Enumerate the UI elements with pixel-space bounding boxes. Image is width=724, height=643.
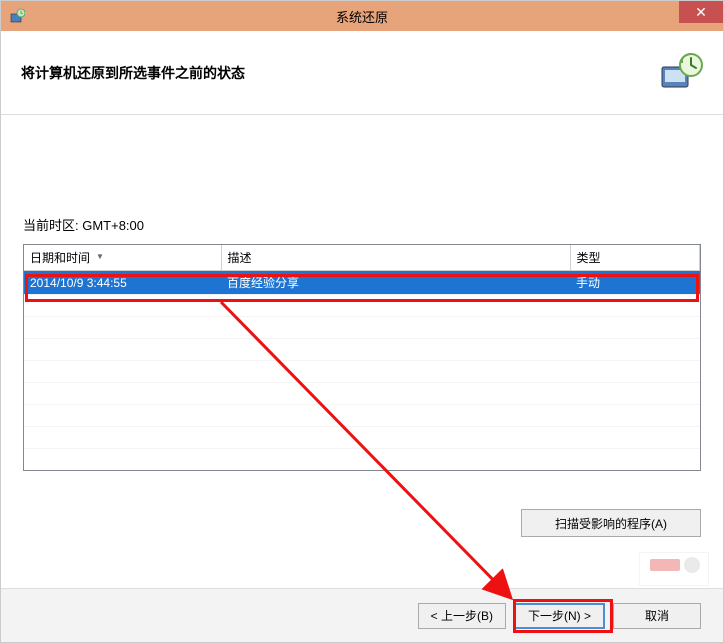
table-row-empty <box>24 383 700 405</box>
cell-datetime: 2014/10/9 3:44:55 <box>24 271 221 295</box>
table-row-empty <box>24 449 700 471</box>
col-type[interactable]: 类型 <box>570 245 700 271</box>
sort-desc-icon: ▼ <box>96 252 104 261</box>
col-desc[interactable]: 描述 <box>221 245 570 271</box>
restore-points-table[interactable]: 日期和时间 ▼ 描述 类型 2014/10/9 3:44:55 百度经验分享 手… <box>23 244 701 471</box>
footer: < 上一步(B) 下一步(N) > 取消 <box>1 588 723 642</box>
table-row-empty <box>24 427 700 449</box>
scan-affected-button[interactable]: 扫描受影响的程序(A) <box>521 509 701 537</box>
table-row-empty <box>24 295 700 317</box>
system-restore-window: 系统还原 ✕ 将计算机还原到所选事件之前的状态 当前时区: GMT+8:00 <box>0 0 724 643</box>
window-title: 系统还原 <box>1 7 723 26</box>
content-area: 当前时区: GMT+8:00 日期和时间 ▼ 描述 类型 <box>1 115 723 471</box>
table-row-empty <box>24 339 700 361</box>
cancel-button[interactable]: 取消 <box>613 603 701 629</box>
restore-large-icon <box>659 51 703 95</box>
table-row-empty <box>24 317 700 339</box>
back-button[interactable]: < 上一步(B) <box>418 603 506 629</box>
close-button[interactable]: ✕ <box>679 1 723 23</box>
header: 将计算机还原到所选事件之前的状态 <box>1 31 723 115</box>
table-row-empty <box>24 361 700 383</box>
close-icon: ✕ <box>695 4 707 21</box>
page-subtitle: 将计算机还原到所选事件之前的状态 <box>21 63 245 83</box>
timezone-label: 当前时区: GMT+8:00 <box>23 215 701 234</box>
table-header-row: 日期和时间 ▼ 描述 类型 <box>24 245 700 271</box>
table-row-empty <box>24 405 700 427</box>
titlebar: 系统还原 ✕ <box>1 1 723 31</box>
watermark-badge <box>639 552 709 586</box>
cell-type: 手动 <box>570 271 700 295</box>
cell-desc: 百度经验分享 <box>221 271 570 295</box>
next-button[interactable]: 下一步(N) > <box>514 603 605 629</box>
col-datetime[interactable]: 日期和时间 ▼ <box>24 245 221 271</box>
table-row[interactable]: 2014/10/9 3:44:55 百度经验分享 手动 <box>24 271 700 295</box>
